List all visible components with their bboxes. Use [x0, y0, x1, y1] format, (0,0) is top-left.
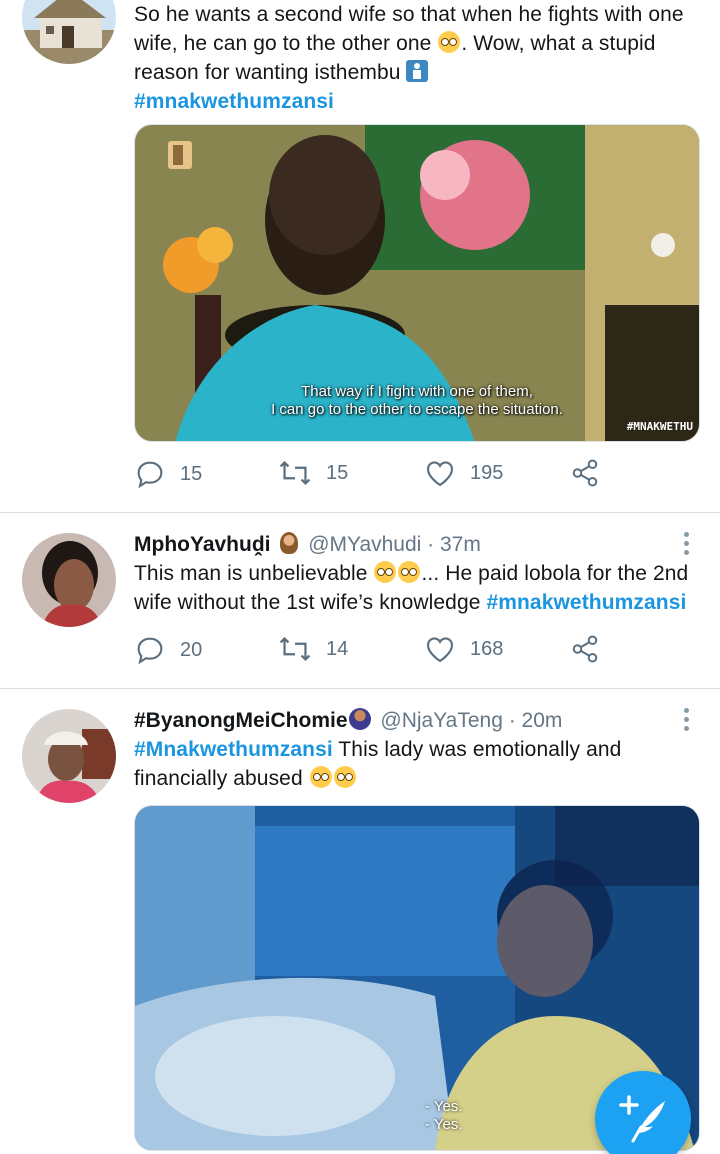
hashtag-link[interactable]: #Mnakwethumzansi: [134, 738, 333, 761]
retweet-count: 14: [326, 637, 349, 660]
share-button[interactable]: [570, 634, 600, 664]
reply-count: 20: [180, 638, 203, 661]
video-subtitle-line: That way if I fight with one of them,: [301, 383, 533, 400]
video-watermark: #MNAKWETHU: [626, 420, 693, 433]
avatar[interactable]: [22, 0, 116, 64]
flushed-emoji-icon: [374, 561, 397, 583]
pleading-face-emoji-icon: [309, 766, 332, 788]
like-count: 168: [470, 637, 504, 660]
compose-tweet-icon: [619, 1095, 665, 1143]
like-count: 195: [470, 461, 504, 484]
handle-time[interactable]: @NjaYaTeng · 20m: [380, 709, 562, 732]
reply-count: 15: [180, 462, 203, 485]
tweet-1[interactable]: So he wants a second wife so that when h…: [0, 0, 720, 512]
retweet-icon: [279, 636, 311, 662]
reply-button[interactable]: 15: [134, 458, 202, 490]
avatar[interactable]: [22, 533, 116, 627]
tweet-video-thumbnail[interactable]: That way if I fight with one of them, I …: [134, 124, 700, 442]
display-name[interactable]: MphoYavhuḓi: [134, 533, 271, 556]
reply-icon: [137, 637, 163, 665]
like-button[interactable]: 195: [424, 458, 503, 488]
tweet-text: #Mnakwethumzansi This lady was emotional…: [134, 738, 622, 790]
heart-icon: [426, 461, 454, 487]
share-icon: [572, 459, 598, 487]
video-subtitle-line: - Yes.: [425, 1116, 463, 1133]
rolling-eyes-emoji-icon: [438, 31, 461, 53]
retweet-count: 15: [326, 461, 349, 484]
video-subtitle-line: I can go to the other to escape the situ…: [271, 401, 563, 418]
retweet-icon: [279, 460, 311, 486]
reply-button[interactable]: 20: [134, 634, 202, 666]
video-subtitle-line: - Yes.: [425, 1098, 463, 1115]
compose-tweet-button[interactable]: [595, 1071, 691, 1154]
tweet-header: MphoYavhuḓi @MYavhudi · 37m: [134, 530, 700, 559]
tweet-text: This man is unbelievable ... He paid lob…: [134, 561, 689, 614]
handle-time[interactable]: @MYavhudi · 37m: [308, 533, 481, 556]
like-button[interactable]: 168: [424, 634, 503, 664]
pleading-face-emoji-icon: [333, 766, 356, 788]
woman-emoji-icon: [280, 532, 299, 554]
hashtag-link[interactable]: #mnakwethumzansi: [486, 591, 686, 614]
tweet-text: So he wants a second wife so that when h…: [134, 3, 684, 113]
share-button[interactable]: [570, 458, 600, 488]
hashtag-link[interactable]: #mnakwethumzansi: [134, 90, 334, 113]
person-shrugging-emoji-icon: [348, 708, 371, 730]
video-subtitles: - Yes. - Yes.: [425, 1098, 463, 1134]
tweet-header: #ByanongMeiChomie @NjaYaTeng · 20m: [134, 706, 700, 735]
avatar[interactable]: [22, 709, 116, 803]
more-options-icon[interactable]: [684, 708, 690, 735]
display-name[interactable]: #ByanongMeiChomie: [134, 709, 348, 732]
retweet-button[interactable]: 14: [278, 634, 348, 664]
tweet-2[interactable]: MphoYavhuḓi @MYavhudi · 37m This man is …: [0, 513, 720, 688]
retweet-button[interactable]: 15: [278, 458, 348, 488]
more-options-icon[interactable]: [684, 532, 690, 559]
person-sign-emoji-icon: [406, 60, 429, 82]
reply-icon: [137, 461, 163, 489]
flushed-emoji-icon: [398, 561, 421, 583]
share-icon: [572, 635, 598, 663]
heart-icon: [426, 637, 454, 663]
